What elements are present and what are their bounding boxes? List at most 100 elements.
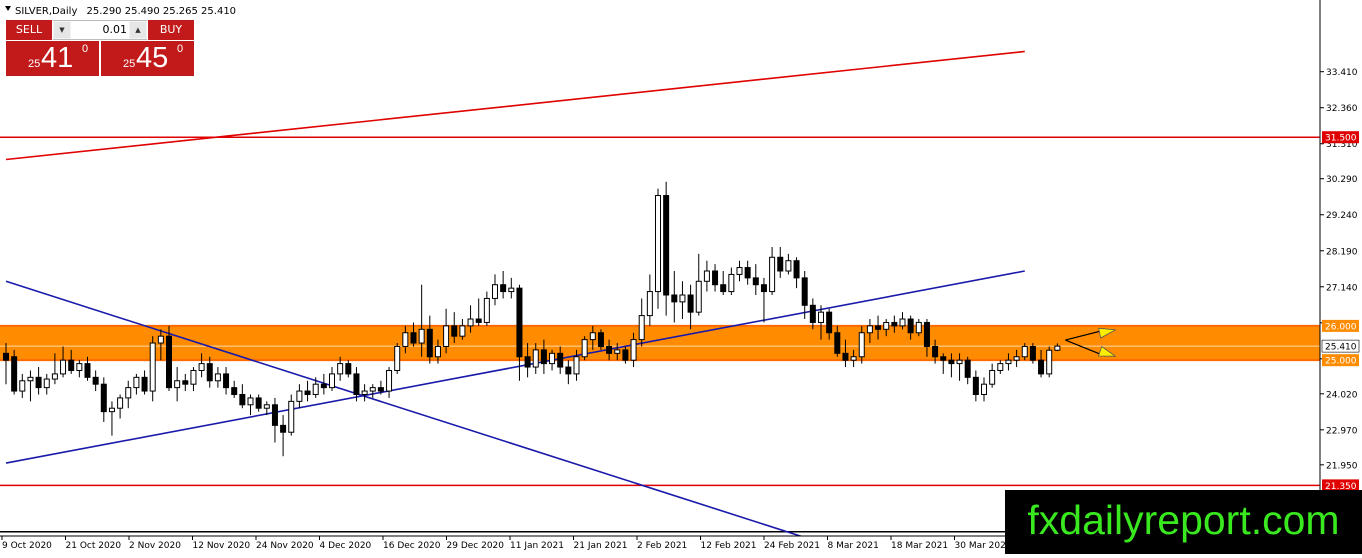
bear-candle-body	[826, 311, 833, 334]
bull-candle-body	[989, 369, 996, 385]
bear-candle-body	[972, 376, 979, 395]
bull-candle-body	[883, 321, 890, 330]
chart-area[interactable]: 33.410 32.360 31.310 30.290 29.240 28.190 27.1…	[0, 0, 1362, 554]
ohlc-values: 25.290 25.490 25.265 25.410	[87, 6, 237, 17]
bear-candle-body	[923, 321, 930, 347]
bear-candle-body	[565, 366, 572, 375]
sell-price-button[interactable]: 25 41 0	[6, 41, 99, 76]
x-tick-label: 24 Nov 2020	[256, 541, 314, 551]
bull-candle-body	[679, 294, 686, 303]
symbol-timeframe: SILVER,Daily	[15, 6, 77, 17]
bull-candle-body	[149, 342, 156, 392]
bear-candle-body	[907, 318, 914, 334]
bull-candle-body	[915, 321, 922, 334]
y-tick-label: 22.970	[1326, 426, 1358, 436]
one-click-trading-panel: SELL ▼ 0.01 ▲ BUY 25 41 0 25 45 0	[6, 20, 194, 76]
bull-candle-body	[60, 359, 67, 375]
lot-increase-icon[interactable]: ▲	[130, 22, 146, 38]
bull-candle-body	[997, 363, 1004, 371]
bull-candle-body	[125, 387, 132, 399]
bear-candle-body	[964, 359, 971, 378]
candle	[11, 349, 18, 395]
bull-candle-body	[785, 260, 792, 272]
sell-price-prefix: 25	[28, 58, 41, 70]
x-tick-label: 12 Nov 2020	[193, 541, 251, 551]
bull-candle-body	[899, 318, 906, 327]
bear-candle-body	[597, 332, 604, 347]
bull-candle-body	[573, 356, 580, 375]
x-tick-label: 11 Jan 2021	[510, 541, 564, 551]
bull-candle-body	[1013, 356, 1020, 361]
bear-candle-body	[671, 294, 678, 303]
bear-candle-body	[345, 363, 352, 375]
bull-candle-body	[614, 349, 621, 354]
bear-candle-body	[1029, 345, 1036, 361]
price-chart[interactable]: 33.41032.36031.31030.29029.24028.19027.1…	[0, 0, 1362, 554]
bear-candle-body	[712, 270, 719, 286]
x-tick-label: 12 Feb 2021	[701, 541, 757, 551]
lot-size-value[interactable]: 0.01	[71, 21, 129, 39]
bull-candle-body	[369, 387, 376, 392]
bull-candle-body	[655, 195, 661, 293]
candle	[655, 188, 661, 309]
bull-candle-body	[703, 270, 710, 282]
buy-price-fraction: 0	[177, 43, 184, 55]
bull-candle-body	[117, 397, 124, 409]
bull-candle-body	[263, 404, 270, 409]
bull-candle-body	[394, 345, 401, 371]
bear-candle-body	[801, 277, 808, 306]
bull-candle-body	[19, 380, 26, 392]
bull-candle-body	[296, 390, 303, 402]
bull-candle-body	[769, 256, 776, 293]
level-badge-label: 25.000	[1325, 357, 1357, 367]
x-tick-label: 16 Dec 2020	[383, 541, 441, 551]
candle	[1029, 343, 1036, 364]
bull-candle-body	[51, 373, 58, 380]
bull-candle-body	[288, 400, 295, 433]
bear-candle-body	[606, 345, 613, 354]
bull-candle-body	[589, 332, 596, 341]
lot-size-field[interactable]: ▼ 0.01 ▲	[53, 20, 147, 40]
bear-candle-body	[182, 380, 189, 385]
bull-candle-body	[133, 376, 140, 389]
buy-price-button[interactable]: 25 45 0	[101, 41, 194, 76]
bull-candle-body	[434, 345, 441, 358]
sell-price-main: 41	[41, 42, 74, 74]
x-tick-label: 21 Oct 2020	[66, 541, 122, 551]
chart-header: SILVER,Daily 25.290 25.490 25.265 25.410	[15, 6, 236, 17]
bull-candle-body	[1054, 345, 1061, 351]
bull-candle-body	[1005, 359, 1012, 365]
bear-candle-body	[92, 376, 99, 385]
bear-candle-body	[100, 383, 107, 413]
bull-candle-body	[736, 267, 743, 275]
bear-candle-body	[932, 345, 939, 358]
bear-candle-body	[231, 387, 238, 395]
bull-candle-body	[1021, 345, 1028, 358]
y-tick-label: 32.360	[1326, 104, 1358, 114]
bear-candle-body	[540, 349, 547, 365]
bear-candle-body	[720, 284, 727, 293]
level-badge-label: 25.410	[1325, 343, 1357, 353]
buy-button[interactable]: BUY	[148, 20, 194, 40]
bear-candle-body	[255, 397, 262, 409]
bear-candle-body	[353, 373, 360, 395]
bull-candle-body	[695, 280, 702, 313]
bear-candle-body	[663, 195, 670, 296]
bull-candle-body	[581, 339, 588, 358]
bear-candle-body	[793, 260, 800, 279]
bull-candle-body	[850, 356, 857, 361]
y-tick-label: 29.240	[1326, 211, 1358, 221]
x-tick-label: 2 Nov 2020	[129, 541, 181, 551]
bear-candle-body	[891, 321, 898, 327]
candle	[597, 329, 604, 350]
lot-decrease-icon[interactable]: ▼	[54, 22, 70, 38]
bull-candle-body	[866, 325, 873, 334]
bear-candle-body	[760, 284, 767, 293]
bull-candle-body	[198, 363, 205, 371]
x-tick-label: 24 Feb 2021	[764, 541, 820, 551]
bear-candle-body	[320, 383, 327, 389]
bull-candle-body	[190, 369, 197, 385]
bear-candle-body	[206, 363, 213, 382]
bear-candle-body	[834, 332, 841, 354]
sell-button[interactable]: SELL	[6, 20, 52, 40]
